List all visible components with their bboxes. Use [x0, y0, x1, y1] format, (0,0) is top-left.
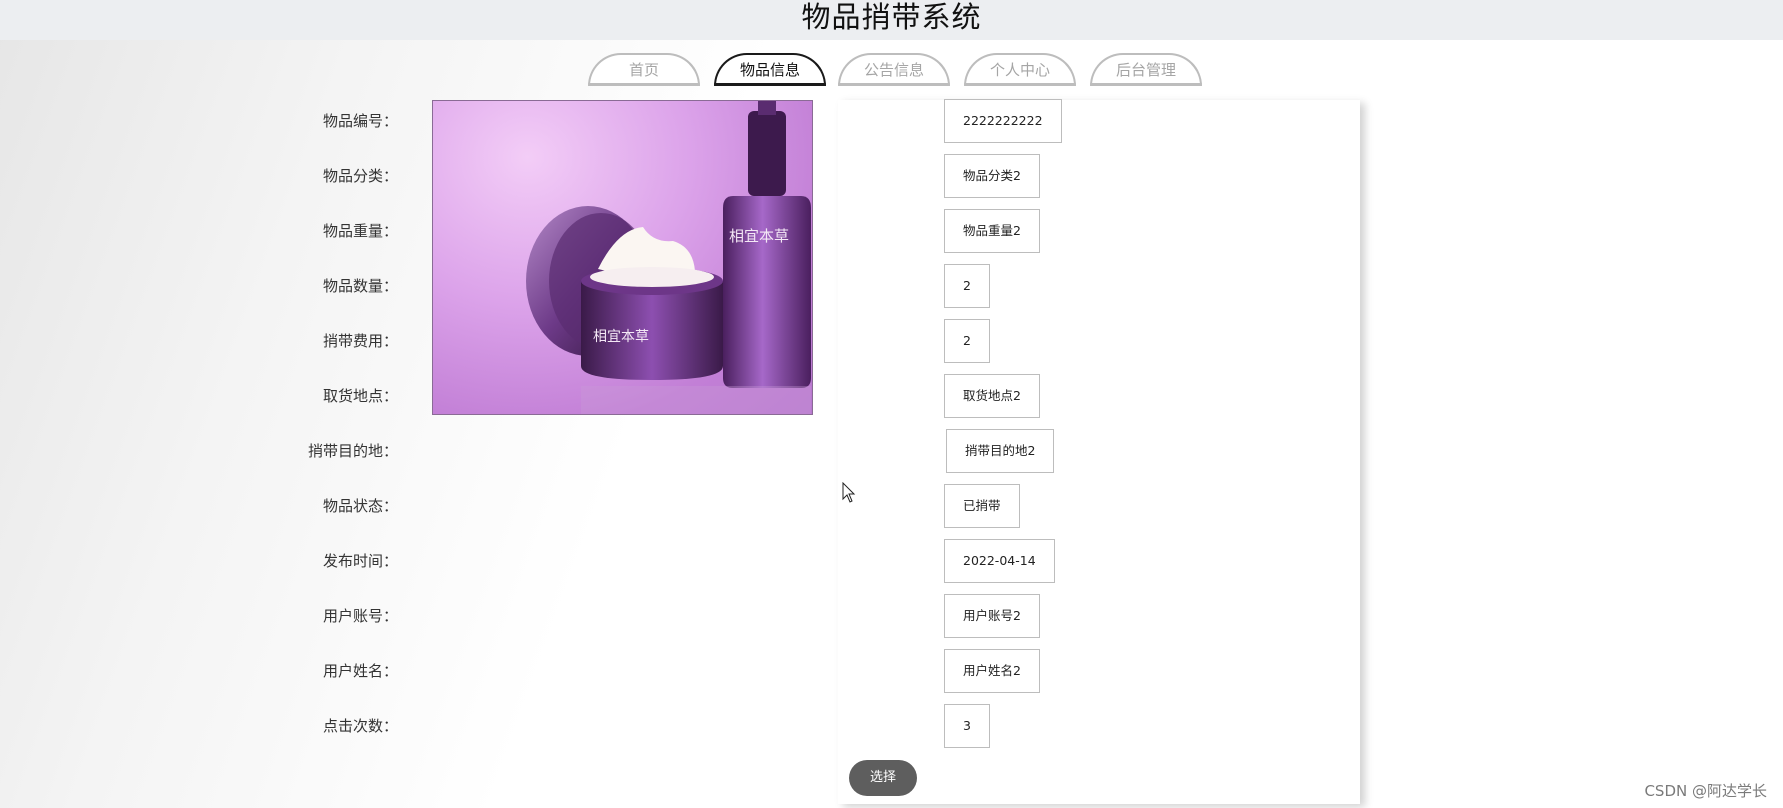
field-label: 物品编号：	[322, 112, 398, 130]
field-label: 点击次数：	[322, 717, 398, 735]
field-label: 捎带费用：	[322, 332, 398, 350]
field-value: 物品重量2	[944, 209, 1040, 253]
field-value: 2	[944, 319, 990, 363]
detail-card	[838, 100, 1360, 804]
field-label: 用户账号：	[322, 607, 398, 625]
site-title: 物品捎带系统	[801, 0, 982, 34]
field-label: 用户姓名：	[322, 662, 398, 680]
field-label: 取货地点：	[322, 387, 398, 405]
field-label: 物品数量：	[322, 277, 398, 295]
field-label: 物品重量：	[322, 222, 398, 240]
field-value: 物品分类2	[944, 154, 1040, 198]
mouse-cursor-icon	[842, 482, 856, 503]
tab-admin[interactable]: 后台管理	[1090, 53, 1202, 86]
product-image: 相宜本草 相宜本草	[432, 100, 813, 415]
field-value: 2022-04-14	[944, 539, 1055, 583]
field-label: 物品分类：	[322, 167, 398, 185]
main-nav: 首页 物品信息 公告信息 个人中心 后台管理	[0, 53, 1783, 89]
field-value: 取货地点2	[944, 374, 1040, 418]
cosmetics-product-photo-icon: 相宜本草 相宜本草	[526, 101, 811, 414]
tab-home[interactable]: 首页	[588, 53, 700, 86]
field-label: 物品状态：	[322, 497, 398, 515]
brand-text-bottle: 相宜本草	[729, 227, 789, 245]
top-header-bar: 物品捎带系统	[0, 0, 1783, 40]
field-value: 2	[944, 264, 990, 308]
brand-text-jar: 相宜本草	[593, 329, 649, 345]
field-value: 2222222222	[944, 99, 1062, 143]
field-label: 捎带目的地：	[307, 442, 398, 460]
tab-personal-center[interactable]: 个人中心	[964, 53, 1076, 86]
field-value: 已捎带	[944, 484, 1020, 528]
select-button[interactable]: 选择	[849, 760, 917, 796]
csdn-watermark: CSDN @阿达学长	[1644, 782, 1767, 800]
field-value: 用户姓名2	[944, 649, 1040, 693]
tab-announcements[interactable]: 公告信息	[838, 53, 950, 86]
field-value: 3	[944, 704, 990, 748]
field-label: 发布时间：	[322, 552, 398, 570]
field-value: 用户账号2	[944, 594, 1040, 638]
tab-item-info[interactable]: 物品信息	[714, 53, 826, 86]
field-value: 捎带目的地2	[946, 429, 1055, 473]
